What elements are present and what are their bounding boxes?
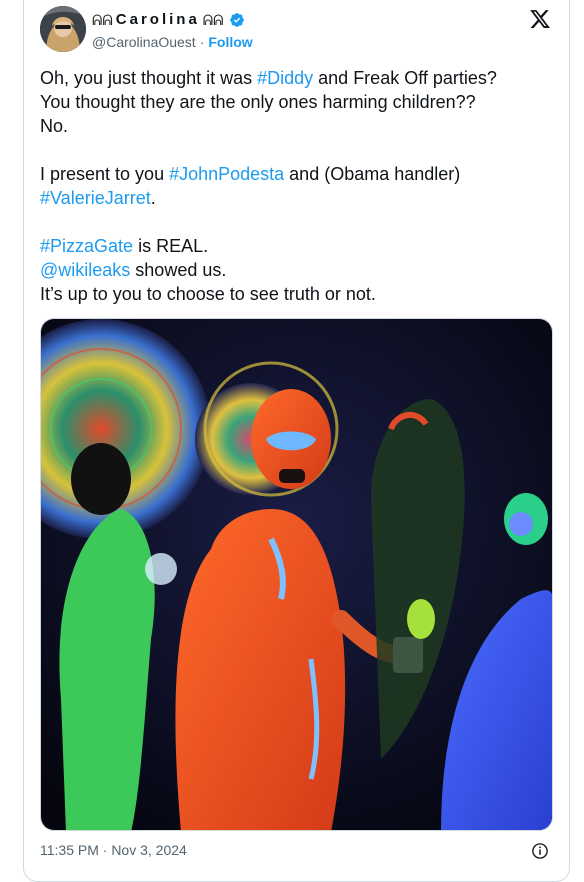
tweet-header: ᕱᕱ Carolina ᕱᕱ @CarolinaOuest · Follow (40, 6, 557, 54)
text-line: You thought they are the only ones harmi… (40, 92, 476, 112)
hashtag-link[interactable]: #ValerieJarret (40, 188, 151, 208)
follow-button[interactable]: Follow (208, 34, 252, 50)
name-decoration-left: ᕱᕱ (92, 11, 113, 28)
hashtag-link[interactable]: #PizzaGate (40, 236, 133, 256)
hashtag-link[interactable]: #Diddy (257, 68, 313, 88)
tweet-card: ᕱᕱ Carolina ᕱᕱ @CarolinaOuest · Follow O… (23, 0, 570, 882)
timestamp-link[interactable]: 11:35 PM · Nov 3, 2024 (40, 842, 187, 858)
separator: · (199, 34, 205, 50)
text-line: #PizzaGate is REAL. (40, 236, 209, 256)
mention-link[interactable]: @wikileaks (40, 260, 130, 280)
text-line: @wikileaks showed us. (40, 260, 227, 280)
x-logo-icon[interactable] (529, 8, 551, 30)
verified-badge-icon (229, 12, 244, 27)
tweet-photo[interactable] (40, 318, 553, 831)
text-line: No. (40, 116, 69, 136)
avatar[interactable] (40, 6, 86, 52)
info-icon[interactable] (531, 842, 549, 860)
handle-row: @CarolinaOuest · Follow (92, 34, 253, 50)
text-line: It’s up to you to choose to see truth or… (40, 284, 376, 304)
text-line: I present to you #JohnPodesta and (Obama… (40, 164, 461, 184)
hashtag-link[interactable]: #JohnPodesta (169, 164, 284, 184)
text-line: Oh, you just thought it was #Diddy and F… (40, 68, 497, 88)
display-name[interactable]: Carolina (116, 11, 200, 28)
tweet-text: Oh, you just thought it was #Diddy and F… (40, 66, 560, 306)
name-row[interactable]: ᕱᕱ Carolina ᕱᕱ (92, 11, 245, 28)
photo-image (41, 319, 552, 830)
handle[interactable]: @CarolinaOuest (92, 34, 196, 50)
tweet-footer: 11:35 PM · Nov 3, 2024 (40, 842, 557, 862)
text-line: #ValerieJarret. (40, 188, 156, 208)
name-decoration-right: ᕱᕱ (202, 11, 224, 28)
